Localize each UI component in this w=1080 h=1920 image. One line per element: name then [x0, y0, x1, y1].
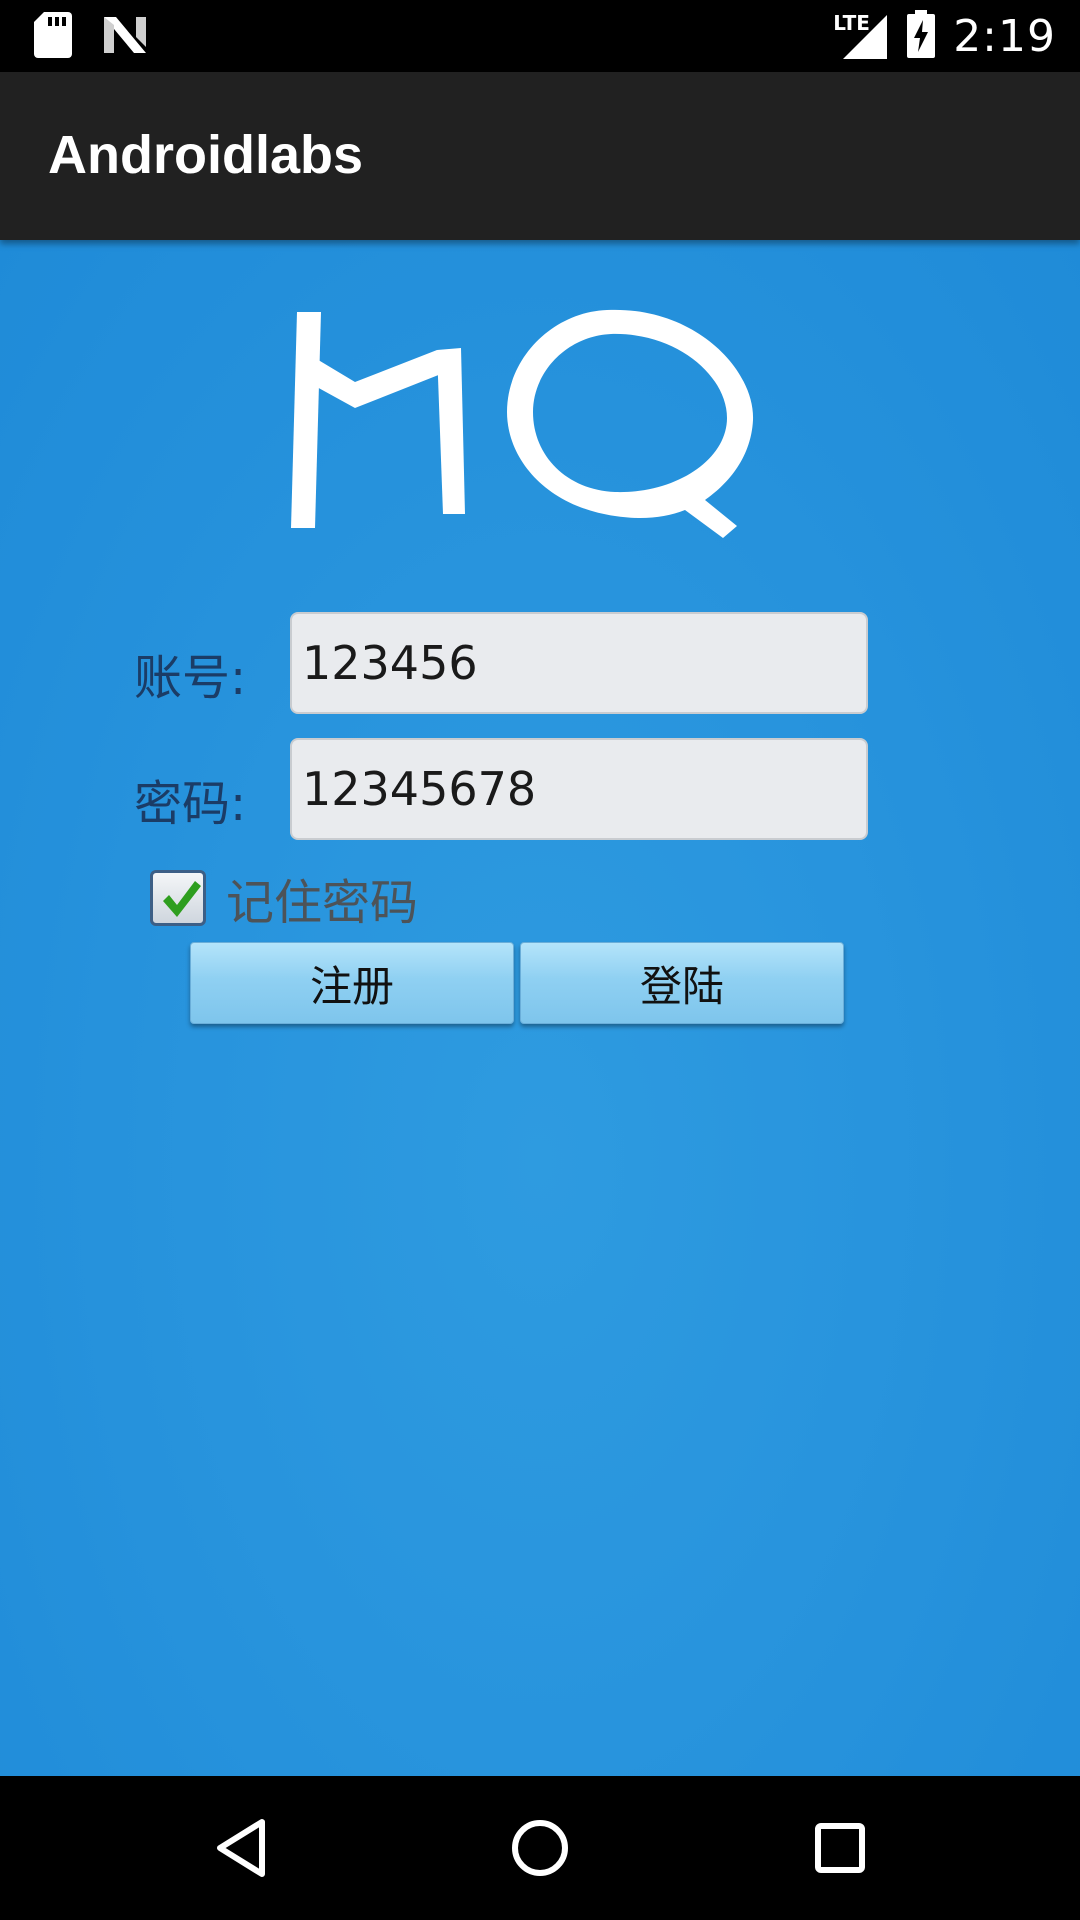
- back-icon[interactable]: [206, 1812, 278, 1884]
- password-input[interactable]: [290, 738, 868, 840]
- app-bar: Androidlabs: [0, 72, 1080, 240]
- sd-card-icon: [34, 12, 72, 62]
- remember-label: 记住密码: [226, 875, 419, 931]
- account-label: 账号:: [134, 650, 247, 706]
- login-screen: 账号: 密码: 记住密码 注册 登陆: [0, 240, 1080, 1776]
- mq-logo: [285, 300, 805, 540]
- clock: 2:19: [953, 10, 1056, 62]
- screen: LTE 2:19 Androidlabs 账号: 123456 密码: 1234…: [0, 0, 1080, 1920]
- register-button[interactable]: 注册: [190, 942, 514, 1024]
- account-input[interactable]: [290, 612, 868, 714]
- remember-password[interactable]: 记住密码: [150, 868, 418, 931]
- navigation-bar: [0, 1776, 1080, 1920]
- signal-icon: LTE: [833, 11, 889, 61]
- status-bar: LTE 2:19: [0, 0, 1080, 72]
- battery-charging-icon: [907, 10, 936, 62]
- home-icon[interactable]: [504, 1812, 576, 1884]
- password-label: 密码:: [134, 776, 247, 832]
- remember-checkbox[interactable]: [150, 870, 206, 926]
- login-button[interactable]: 登陆: [520, 942, 844, 1024]
- n-logo-icon: [102, 15, 148, 59]
- app-title: Androidlabs: [48, 125, 364, 185]
- checkmark-icon: [163, 881, 201, 917]
- status-right: LTE 2:19: [833, 0, 1056, 72]
- status-left: [34, 12, 148, 62]
- recents-icon[interactable]: [804, 1812, 876, 1884]
